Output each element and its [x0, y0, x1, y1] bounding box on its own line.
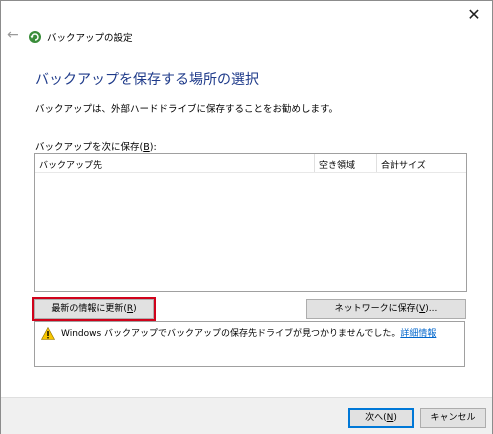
- window-title: バックアップの設定: [47, 33, 133, 44]
- page-description: バックアップは、外部ハードドライブに保存することをお勧めします。: [35, 104, 339, 115]
- backup-destination-list[interactable]: バックアップ先 空き領域 合計サイズ: [34, 153, 467, 292]
- warning-panel: Windows バックアップでバックアップの保存先ドライブが見つかりませんでした…: [34, 321, 465, 367]
- warning-message: Windows バックアップでバックアップの保存先ドライブが見つかりませんでした…: [61, 329, 437, 339]
- column-divider[interactable]: [376, 154, 377, 172]
- dialog-footer: 次へ(N) キャンセル: [1, 397, 492, 434]
- cancel-button[interactable]: キャンセル: [420, 408, 486, 428]
- column-header-total-size[interactable]: 合計サイズ: [381, 158, 426, 171]
- back-arrow-icon[interactable]: ←: [7, 27, 19, 43]
- column-divider[interactable]: [314, 154, 315, 172]
- save-on-network-button[interactable]: ネットワークに保存(V)...: [306, 299, 466, 319]
- warning-icon: [41, 327, 55, 340]
- column-header-free-space[interactable]: 空き領域: [319, 158, 355, 171]
- more-info-link[interactable]: 詳細情報: [400, 329, 436, 339]
- close-icon[interactable]: ✕: [466, 7, 482, 23]
- backup-settings-window: ✕ ← バックアップの設定 バックアップを保存する場所の選択 バックアップは、外…: [0, 0, 493, 434]
- list-header: バックアップ先 空き領域 合計サイズ: [35, 154, 466, 173]
- column-header-destination[interactable]: バックアップ先: [39, 158, 102, 171]
- page-heading: バックアップを保存する場所の選択: [35, 72, 259, 88]
- backup-app-icon: [29, 31, 41, 43]
- next-button[interactable]: 次へ(N): [348, 408, 414, 428]
- refresh-button[interactable]: 最新の情報に更新(R): [32, 297, 156, 321]
- title-bar: ← バックアップの設定: [1, 25, 492, 49]
- save-to-label: バックアップを次に保存(B):: [35, 142, 157, 153]
